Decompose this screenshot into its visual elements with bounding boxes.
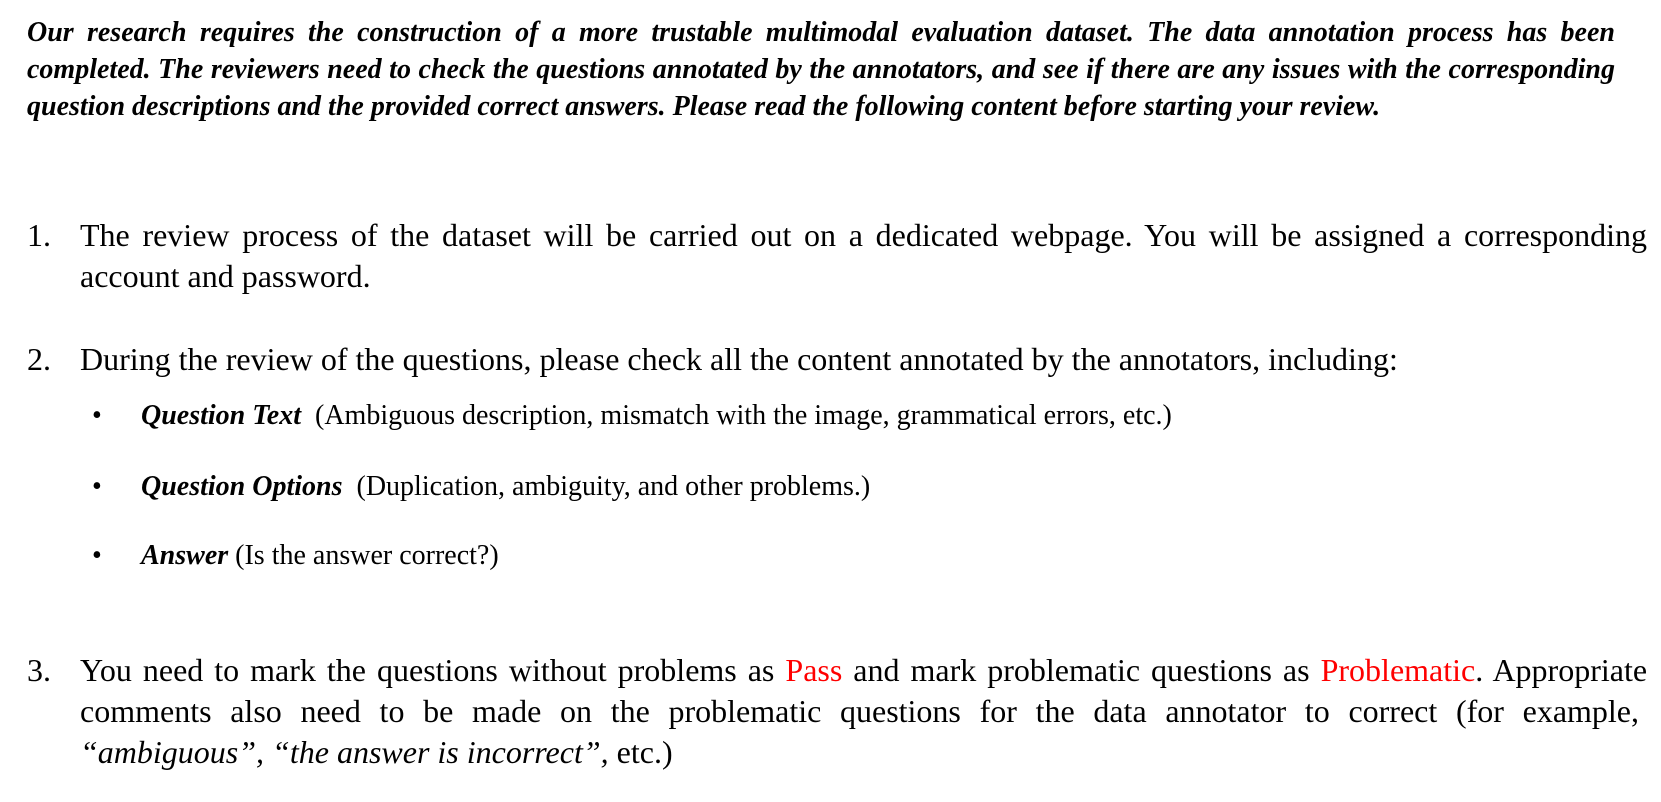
pass-label: Pass <box>785 652 843 688</box>
bullet-icon: • <box>92 400 102 431</box>
list-number: 2. <box>27 341 51 377</box>
intro-paragraph: Our research requires the construction o… <box>27 17 1615 122</box>
list-item-text: During the review of the questions, plea… <box>80 341 1398 377</box>
instructions-page: Our research requires the construction o… <box>0 0 1661 802</box>
list-number: 1. <box>27 217 51 253</box>
list-item-3: 3. You need to mark the questions withou… <box>27 650 1647 773</box>
bullet-description: (Duplication, ambiguity, and other probl… <box>356 471 871 502</box>
bullet-icon: • <box>92 540 102 571</box>
list-item-1: 1. The review process of the dataset wil… <box>27 215 1647 297</box>
bullet-term: Answer <box>141 540 229 571</box>
text-segment: etc.) <box>616 734 673 770</box>
bullet-term: Question Text <box>141 400 301 431</box>
bullet-icon: • <box>92 471 102 502</box>
text-segment: and mark problematic questions as <box>853 652 1310 688</box>
list-number: 3. <box>27 652 51 688</box>
list-item-text: You need to mark the questions without p… <box>80 650 1647 773</box>
text-segment: You need to mark the questions without p… <box>80 652 775 688</box>
bullet-description: (Is the answer correct?) <box>235 540 499 571</box>
problematic-label: Problematic <box>1320 652 1476 688</box>
bullet-description: (Ambiguous description, mismatch with th… <box>315 400 1172 431</box>
list-item-text: The review process of the dataset will b… <box>80 217 1647 294</box>
bullet-term: Question Options <box>141 471 343 502</box>
example-comments: “ambiguous”, “the answer is incorrect”, <box>80 734 609 770</box>
list-item-2: 2. During the review of the questions, p… <box>27 339 1647 380</box>
